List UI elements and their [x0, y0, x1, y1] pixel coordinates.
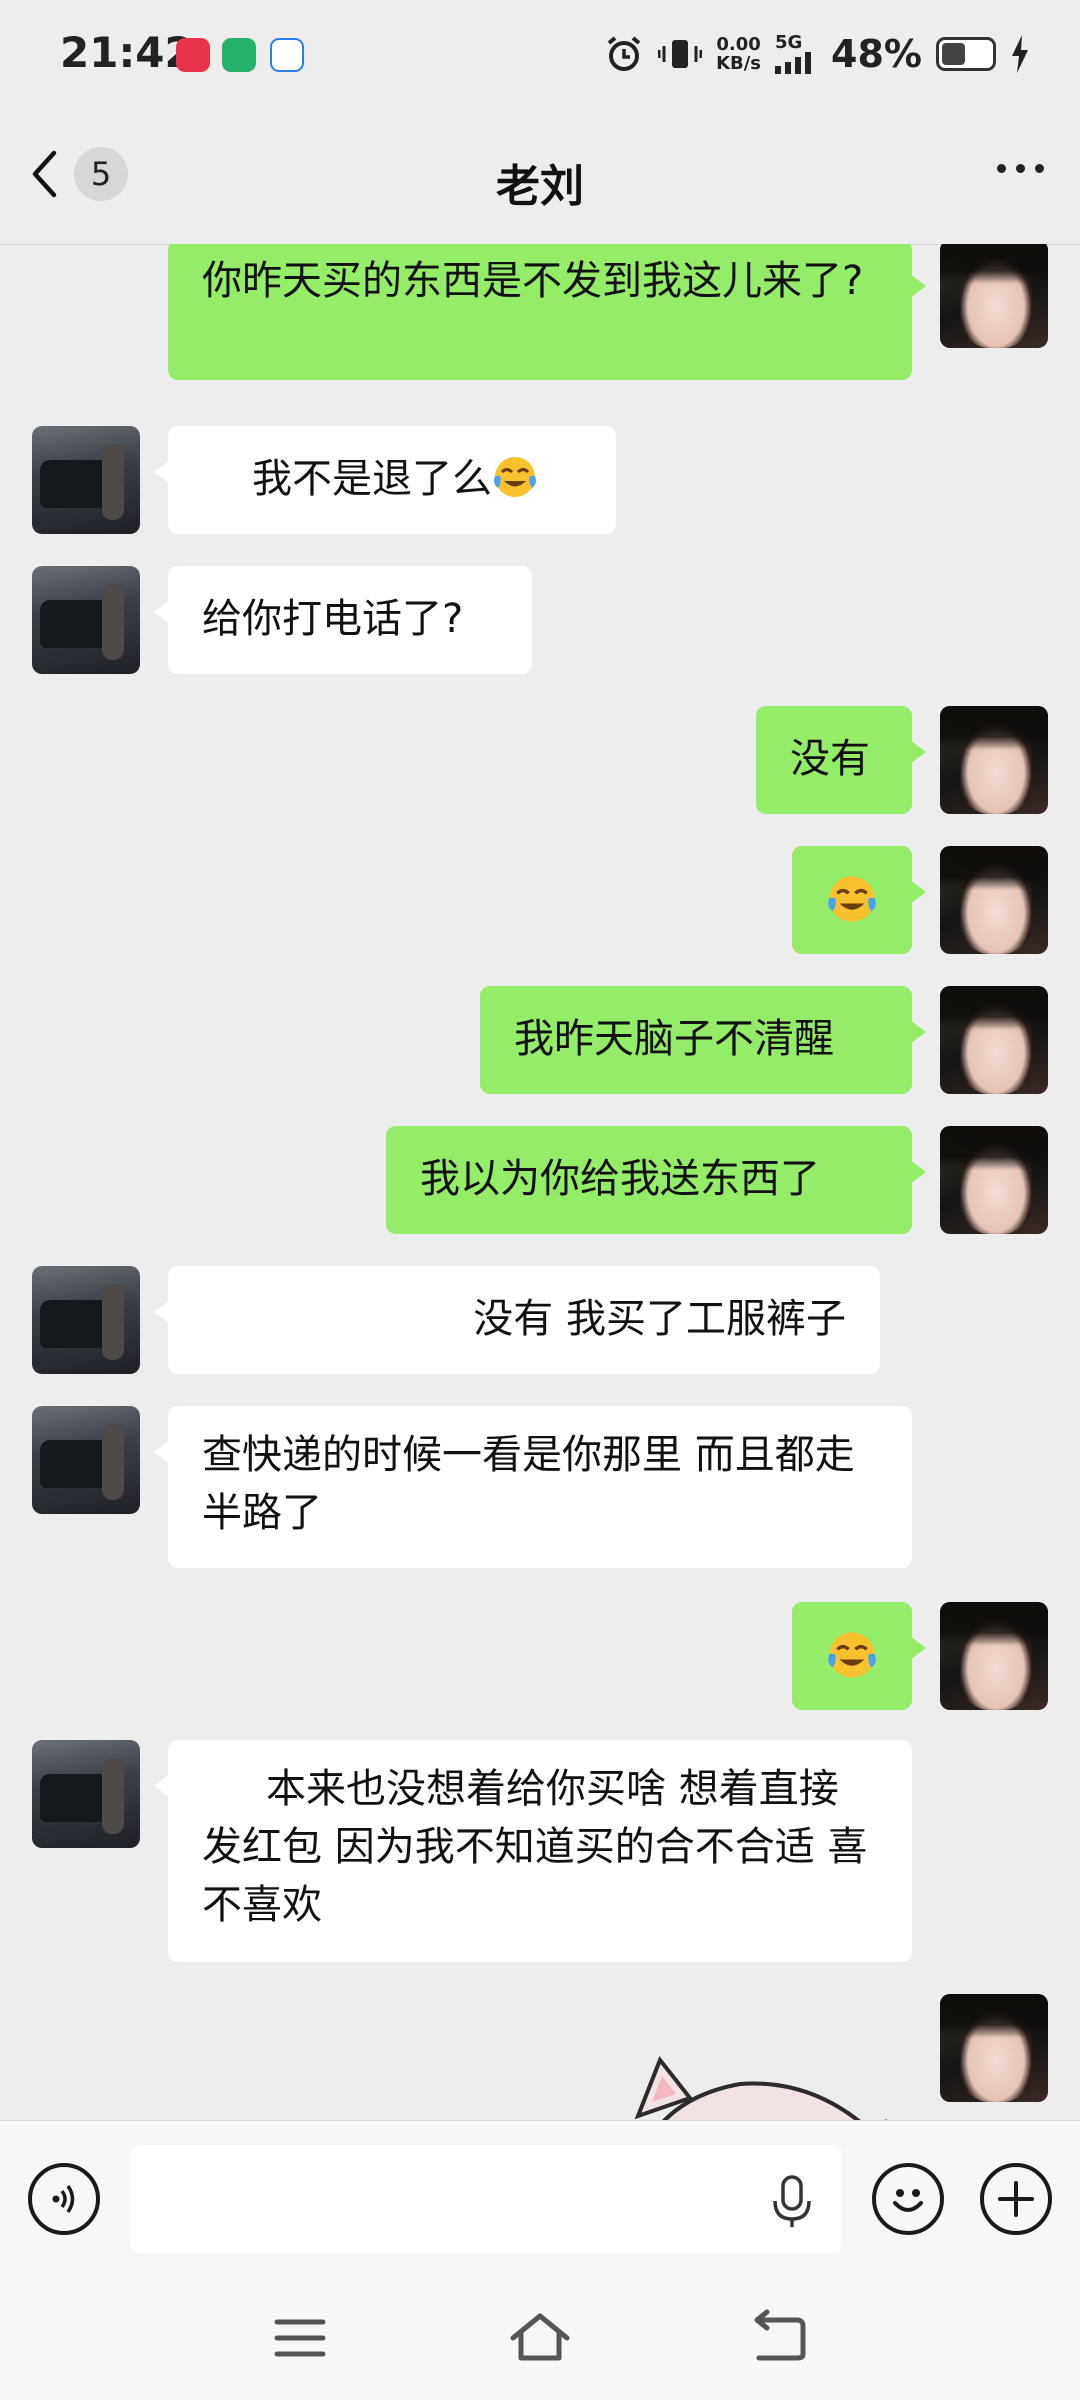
- message-bubble[interactable]: 查快递的时候一看是你那里 而且都走半路了: [154, 1406, 912, 1568]
- crying-laughing-emoji-icon: [828, 1632, 876, 1678]
- contact-avatar[interactable]: [32, 1406, 140, 1514]
- crying-laughing-emoji-icon: [828, 876, 876, 922]
- emoji-button[interactable]: [872, 2163, 944, 2235]
- charging-icon: [1012, 35, 1028, 73]
- my-avatar[interactable]: [940, 986, 1048, 1094]
- battery-icon: [936, 37, 996, 71]
- pig-sticker-icon[interactable]: [620, 2042, 890, 2120]
- plus-icon: [998, 2181, 1034, 2217]
- smiley-icon: [893, 2189, 923, 2212]
- chat-header: 5 老刘: [0, 112, 1080, 245]
- crying-laughing-emoji-icon: [494, 457, 536, 497]
- message-text: 我不是退了么: [252, 456, 492, 502]
- signal-icon: [775, 52, 812, 74]
- contact-avatar[interactable]: [32, 1740, 140, 1848]
- my-avatar[interactable]: [940, 846, 1048, 954]
- more-options-button[interactable]: [997, 164, 1044, 173]
- message-bubble[interactable]: 你昨天买的东西是不发到我这儿来了?: [168, 244, 926, 380]
- message-text: 我以为你给我送东西了: [420, 1156, 820, 1202]
- chat-title: 老刘: [496, 161, 584, 212]
- input-bar: [0, 2120, 1080, 2281]
- message-text: 给你打电话了?: [202, 596, 464, 642]
- home-button[interactable]: [505, 2308, 575, 2368]
- microphone-icon[interactable]: [770, 2175, 814, 2229]
- message-bubble[interactable]: 我不是退了么: [154, 426, 616, 534]
- message-bubble[interactable]: 给你打电话了?: [154, 566, 532, 674]
- app-notification-icon: [222, 38, 256, 72]
- vibrate-icon: [658, 40, 703, 68]
- back-nav-button[interactable]: [745, 2308, 815, 2368]
- message-text: 没有 我买了工服裤子: [473, 1296, 846, 1342]
- menu-icon: [274, 2319, 326, 2357]
- message-text: 没有: [790, 736, 870, 782]
- network-type: 5G: [775, 32, 803, 53]
- voice-wave-icon: [52, 2185, 75, 2213]
- my-avatar[interactable]: [940, 706, 1048, 814]
- message-bubble[interactable]: 本来也没想着给你买啥 想着直接发红包 因为我不知道买的合不合适 喜不喜欢: [154, 1740, 912, 1962]
- app-notification-icon: [176, 38, 210, 72]
- message-list[interactable]: 你昨天买的东西是不发到我这儿来了? 我不是退了么 给你打电话了? 没有 我昨天脑…: [0, 244, 1080, 2120]
- message-text: 你昨天买的东西是不发到我这儿来了?: [202, 258, 864, 304]
- home-icon: [510, 2313, 570, 2361]
- alarm-icon: [607, 36, 641, 71]
- message-bubble[interactable]: [792, 1602, 926, 1710]
- message-bubble[interactable]: 没有: [756, 706, 926, 814]
- my-avatar[interactable]: [940, 1126, 1048, 1234]
- contact-avatar[interactable]: [32, 1266, 140, 1374]
- voice-mode-button[interactable]: [28, 2163, 100, 2235]
- status-time: 21:42: [60, 28, 194, 77]
- message-bubble[interactable]: 没有 我买了工服裤子: [154, 1266, 880, 1374]
- message-bubble[interactable]: 我昨天脑子不清醒: [480, 986, 926, 1094]
- net-speed: 0.00 KB/s: [716, 34, 762, 74]
- message-text: 查快递的时候一看是你那里 而且都走半路了: [202, 1432, 855, 1536]
- my-avatar[interactable]: [940, 244, 1048, 348]
- menu-button[interactable]: [265, 2308, 335, 2368]
- system-nav-bar: [0, 2280, 1080, 2400]
- battery-percent: 48%: [831, 32, 922, 76]
- my-avatar[interactable]: [940, 1994, 1048, 2102]
- back-arrow-icon: [754, 2309, 806, 2361]
- contact-avatar[interactable]: [32, 566, 140, 674]
- signal-indicator: 5G: [775, 34, 817, 74]
- message-bubble[interactable]: [792, 846, 926, 954]
- status-bar: 21:42 0.00 KB/s 5G 48%: [0, 0, 1080, 112]
- message-text: 本来也没想着给你买啥 想着直接发红包 因为我不知道买的合不合适 喜不喜欢: [202, 1766, 868, 1928]
- more-actions-button[interactable]: [980, 2163, 1052, 2235]
- my-avatar[interactable]: [940, 1602, 1048, 1710]
- message-bubble[interactable]: 我以为你给我送东西了: [386, 1126, 926, 1234]
- contact-avatar[interactable]: [32, 426, 140, 534]
- message-input[interactable]: [130, 2145, 842, 2253]
- app-notification-icon: [270, 38, 304, 72]
- message-text: 我昨天脑子不清醒: [514, 1016, 834, 1062]
